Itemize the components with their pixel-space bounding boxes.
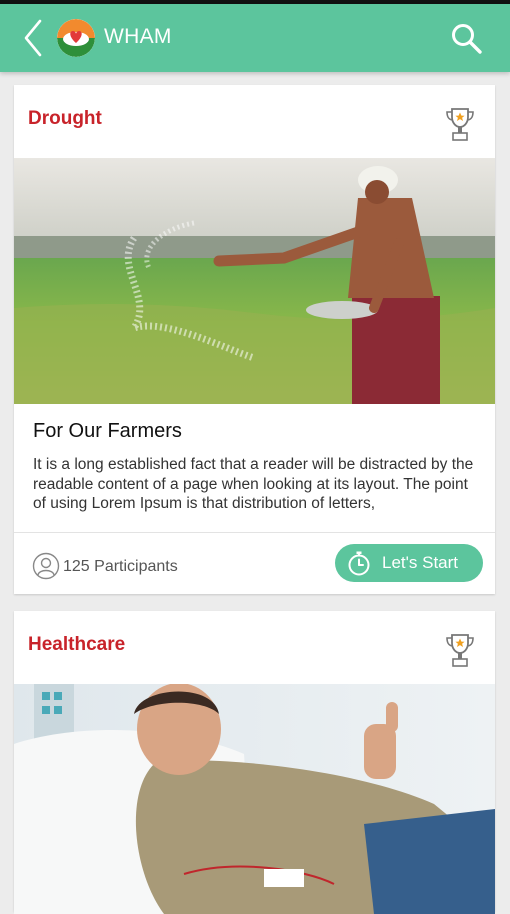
chevron-left-icon: [24, 19, 42, 57]
farmer-photo: [14, 158, 495, 404]
back-button[interactable]: [20, 18, 50, 58]
card-description: It is a long established fact that a rea…: [33, 456, 474, 512]
challenge-card[interactable]: Healthcare: [14, 611, 495, 914]
card-category-title: Healthcare: [28, 634, 126, 655]
lets-start-label: Let's Start: [382, 553, 459, 572]
app-logo: [57, 19, 95, 57]
participants-text: 125 Participants: [63, 558, 178, 575]
challenge-card[interactable]: Drought For Our Farmers It is a long est…: [14, 85, 495, 594]
card-headline: For Our Farmers: [33, 420, 182, 442]
search-button[interactable]: [450, 22, 484, 56]
trophy-icon[interactable]: [444, 631, 476, 669]
healthcare-photo: [14, 684, 495, 914]
card-category-title: Drought: [28, 108, 102, 129]
app-title: WHAM: [104, 25, 172, 48]
search-icon: [452, 24, 482, 54]
stopwatch-icon: [348, 551, 370, 576]
trophy-icon[interactable]: [444, 105, 476, 143]
divider: [14, 532, 495, 533]
heart-hands-logo: [57, 19, 95, 57]
user-icon: [32, 552, 60, 580]
app-bar: WHAM: [0, 4, 510, 72]
lets-start-button[interactable]: Let's Start: [335, 544, 483, 582]
